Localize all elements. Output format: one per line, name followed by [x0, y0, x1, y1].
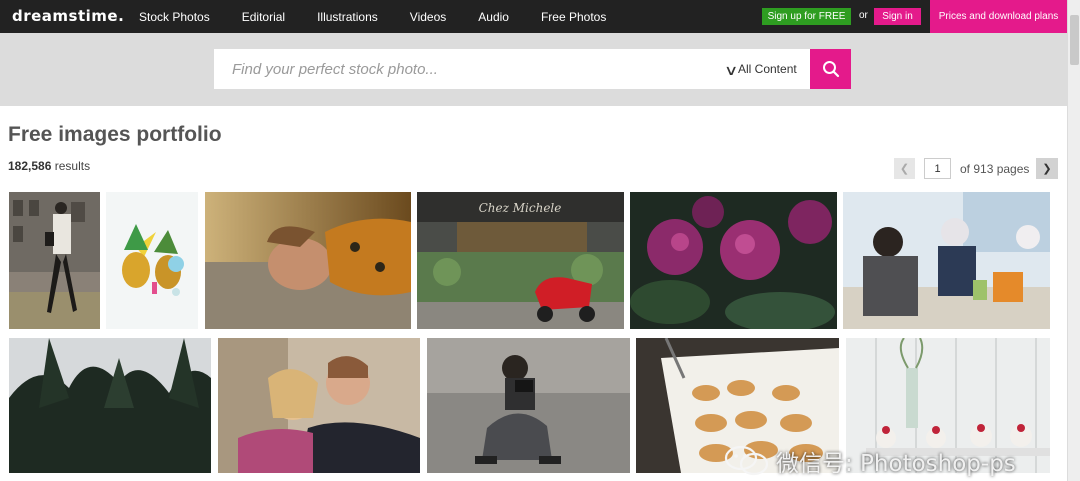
- couple-at-table-photo[interactable]: [843, 192, 1050, 329]
- scrollbar-thumb[interactable]: [1070, 15, 1079, 65]
- sign-in-button[interactable]: Sign in: [874, 8, 921, 25]
- watermark-text: 微信号: Photoshop-ps: [776, 451, 1016, 477]
- thumb-art: [205, 192, 411, 329]
- woman-lying-on-ground-photo[interactable]: [205, 192, 411, 329]
- svg-text:Chez Michele: Chez Michele: [479, 201, 562, 215]
- thumb-art: [106, 192, 198, 329]
- woman-walking-city-street-photo[interactable]: [9, 192, 100, 329]
- search-button[interactable]: [810, 49, 851, 89]
- page-scrollbar[interactable]: [1067, 0, 1080, 481]
- search-icon: [822, 61, 839, 78]
- results-number: 182,586: [8, 159, 52, 173]
- thumb-art: [630, 192, 837, 329]
- photographer-crouching-photo[interactable]: [427, 338, 630, 473]
- total-pages-label: of 913 pages: [960, 162, 1030, 176]
- nav-illustrations[interactable]: Illustrations: [317, 10, 378, 24]
- thumb-art: Chez Michele: [417, 192, 624, 329]
- prices-plans-button[interactable]: Prices and download plans: [930, 0, 1067, 33]
- prev-page-button[interactable]: ❮: [894, 158, 915, 179]
- results-label: results: [54, 159, 91, 173]
- nav-editorial[interactable]: Editorial: [242, 10, 285, 24]
- search-band: ∨ All Content: [0, 33, 1067, 106]
- pineapples-party-hat-illustration[interactable]: [106, 192, 198, 329]
- or-separator: or: [859, 10, 868, 21]
- thumb-art: [427, 338, 630, 473]
- chevron-left-icon: ❮: [899, 163, 910, 175]
- page-title: Free images portfolio: [8, 123, 222, 146]
- thumb-art: [218, 338, 420, 473]
- nav-stock-photos[interactable]: Stock Photos: [139, 10, 210, 24]
- couple-kissing-photo[interactable]: [218, 338, 420, 473]
- main-nav: Stock Photos Editorial Illustrations Vid…: [139, 0, 638, 33]
- chevron-right-icon: ❯: [1042, 163, 1052, 175]
- flower-shop-red-scooter-photo[interactable]: Chez Michele: [417, 192, 624, 329]
- content-filter-select[interactable]: All Content: [738, 62, 797, 76]
- thumb-art: [843, 192, 1050, 329]
- next-page-button[interactable]: ❯: [1036, 158, 1058, 179]
- nav-audio[interactable]: Audio: [478, 10, 509, 24]
- nav-free-photos[interactable]: Free Photos: [541, 10, 606, 24]
- wechat-watermark: 微信号: Photoshop-ps: [724, 444, 1016, 478]
- results-count: 182,586 results: [8, 159, 90, 173]
- sign-up-button[interactable]: Sign up for FREE: [762, 8, 851, 25]
- thumb-art: [9, 338, 211, 473]
- pink-rhododendron-flowers-photo[interactable]: [630, 192, 837, 329]
- top-navigation-bar: dreamstime. Stock Photos Editorial Illus…: [0, 0, 1067, 33]
- wechat-icon: [724, 445, 769, 476]
- search-input[interactable]: [214, 49, 714, 89]
- page-number-input[interactable]: [924, 158, 951, 179]
- palm-leaves-silhouette-photo[interactable]: [9, 338, 211, 473]
- search-box: ∨ All Content: [214, 49, 810, 89]
- chevron-down-icon[interactable]: ∨: [724, 62, 738, 79]
- nav-videos[interactable]: Videos: [410, 10, 446, 24]
- dreamstime-logo[interactable]: dreamstime.: [12, 7, 124, 25]
- thumb-art: [9, 192, 100, 329]
- logo-text: dreamstime.: [12, 7, 125, 25]
